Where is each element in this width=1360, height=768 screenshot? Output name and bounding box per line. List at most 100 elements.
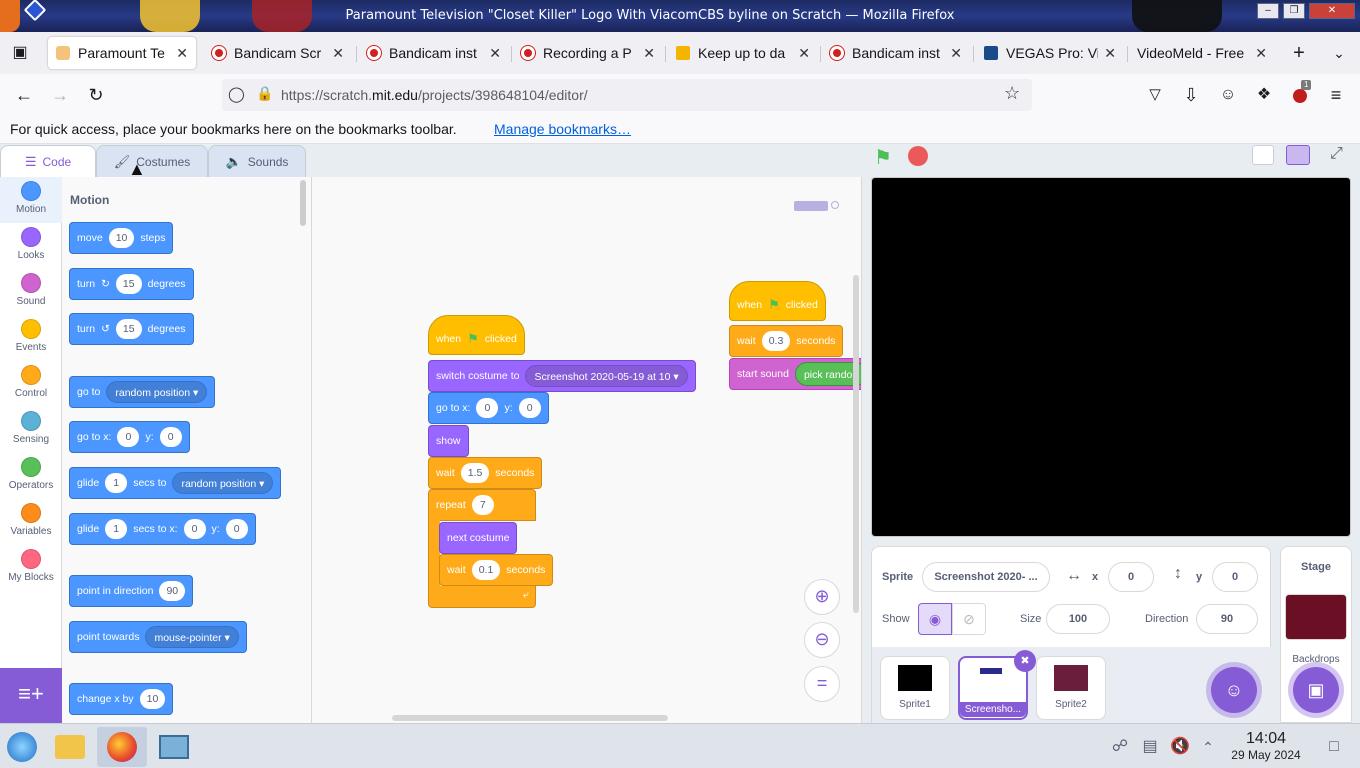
- category-operators[interactable]: Operators: [0, 453, 62, 499]
- category-events[interactable]: Events: [0, 315, 62, 361]
- firefox-taskbar-button[interactable]: [97, 727, 147, 767]
- y-input[interactable]: 0: [159, 427, 182, 447]
- go-to-target-dropdown[interactable]: random position: [106, 381, 208, 403]
- browser-tab-7[interactable]: VEGAS Pro: Vi ✕: [976, 37, 1124, 69]
- browser-tab-8[interactable]: VideoMeld - Free ✕: [1129, 37, 1275, 69]
- choose-sprite-button[interactable]: ☺: [1211, 667, 1257, 713]
- tab-close-icon[interactable]: ✕: [176, 45, 188, 62]
- manage-bookmarks-link[interactable]: Manage bookmarks…: [494, 121, 631, 137]
- wait-seconds-input[interactable]: 0.1: [471, 560, 501, 580]
- go-to-block[interactable]: go to random position: [69, 376, 216, 408]
- change-x-input[interactable]: 10: [139, 689, 166, 709]
- browser-tab-2[interactable]: Bandicam Scr ✕: [204, 37, 352, 69]
- degrees-input[interactable]: 15: [115, 274, 142, 294]
- sprite-x-input[interactable]: 0: [1108, 562, 1154, 592]
- start-sound-block[interactable]: start sound pick randon: [729, 358, 861, 390]
- tab-close-icon[interactable]: ✕: [332, 45, 344, 62]
- point-in-direction-block[interactable]: point in direction 90: [69, 575, 194, 607]
- pick-random-operator[interactable]: pick randon: [794, 362, 861, 386]
- account-icon[interactable]: ☺: [1216, 83, 1240, 107]
- when-flag-clicked-hat-block-2[interactable]: when ⚑ clicked: [729, 281, 826, 321]
- control-panel-button[interactable]: [154, 727, 194, 767]
- repeat-block[interactable]: repeat 7: [428, 489, 536, 521]
- category-variables[interactable]: Variables: [0, 499, 62, 545]
- sprite-thumb-sprite1[interactable]: Sprite1: [880, 656, 950, 720]
- tab-code[interactable]: ☰ Code: [0, 145, 96, 177]
- extensions-puzzle-icon[interactable]: ❖: [1252, 83, 1276, 107]
- sprite-thumb-sprite2[interactable]: Sprite2: [1036, 656, 1106, 720]
- sprite-name-input[interactable]: Screenshot 2020- ...: [922, 562, 1050, 592]
- category-control[interactable]: Control: [0, 361, 62, 407]
- hide-sprite-button[interactable]: ⊘: [952, 603, 986, 635]
- glide-to-block[interactable]: glide 1 secs to random position: [69, 467, 282, 499]
- tab-sounds[interactable]: 🔈 Sounds: [208, 145, 306, 177]
- show-sprite-button[interactable]: ◉: [918, 603, 952, 635]
- maximize-button[interactable]: ❐: [1283, 3, 1305, 19]
- switch-costume-block[interactable]: switch costume to Screenshot 2020-05-19 a…: [428, 360, 696, 392]
- start-menu-button[interactable]: [2, 727, 42, 767]
- category-sound[interactable]: Sound: [0, 269, 62, 315]
- workspace-horizontal-scrollbar[interactable]: [392, 715, 668, 721]
- delete-sprite-trash-icon[interactable]: ✖: [1014, 650, 1036, 672]
- category-my-blocks[interactable]: My Blocks: [0, 545, 62, 591]
- close-window-button[interactable]: ✕: [1309, 3, 1355, 19]
- small-stage-button[interactable]: [1252, 145, 1274, 165]
- back-arrow-icon[interactable]: ←: [12, 83, 36, 107]
- zoom-in-button[interactable]: ⊕: [804, 579, 840, 615]
- go-to-xy-block[interactable]: go to x: 0 y: 0: [428, 392, 549, 424]
- turn-right-block[interactable]: turn ↻ 15 degrees: [69, 268, 194, 300]
- bookmark-star-icon[interactable]: ☆: [1004, 83, 1020, 104]
- tab-costumes[interactable]: 🖌 Costumes: [96, 145, 208, 177]
- category-sensing[interactable]: Sensing: [0, 407, 62, 453]
- turn-left-block[interactable]: turn ↺ 15 degrees: [69, 313, 194, 345]
- browser-tab-3[interactable]: Bandicam inst ✕: [359, 37, 509, 69]
- degrees-input[interactable]: 15: [115, 319, 142, 339]
- stage-canvas[interactable]: [871, 177, 1351, 537]
- move-steps-block[interactable]: move 10 steps: [69, 222, 174, 254]
- file-manager-button[interactable]: [50, 727, 90, 767]
- new-tab-plus-icon[interactable]: +: [1287, 41, 1311, 65]
- hamburger-menu-icon[interactable]: ≡: [1324, 83, 1348, 107]
- forward-arrow-icon[interactable]: →: [48, 83, 72, 107]
- green-flag-icon[interactable]: ⚑: [874, 145, 892, 170]
- y-input[interactable]: 0: [225, 519, 248, 539]
- tray-expand-chevron-up-icon[interactable]: ⌃: [1188, 727, 1228, 767]
- category-motion[interactable]: Motion: [0, 177, 62, 223]
- x-input[interactable]: 0: [476, 398, 499, 418]
- glide-target-dropdown[interactable]: random position: [172, 472, 274, 494]
- shield-icon[interactable]: ◯: [228, 85, 245, 103]
- workspace-vertical-scrollbar[interactable]: [853, 275, 859, 613]
- stage-selector-pane[interactable]: Stage Backdrops ▣: [1280, 546, 1352, 723]
- large-stage-button[interactable]: [1286, 145, 1310, 165]
- wait-seconds-input[interactable]: 1.5: [460, 463, 490, 483]
- steps-input[interactable]: 10: [108, 228, 135, 248]
- glide-to-xy-block[interactable]: glide 1 secs to x: 0 y: 0: [69, 513, 256, 545]
- sprite-size-input[interactable]: 100: [1046, 604, 1110, 634]
- secs-input[interactable]: 1: [105, 519, 128, 539]
- change-x-block[interactable]: change x by 10: [69, 683, 174, 715]
- url-bar[interactable]: ◯ 🔒 https://scratch.mit.edu/projects/398…: [222, 79, 1032, 111]
- x-input[interactable]: 0: [117, 427, 140, 447]
- palette-scrollbar[interactable]: [300, 180, 306, 226]
- wait-seconds-block[interactable]: wait 1.5 seconds: [428, 457, 543, 489]
- sprite-thumb-screenshot[interactable]: Screensho... ✖: [958, 650, 1036, 720]
- point-towards-block[interactable]: point towards mouse-pointer: [69, 621, 247, 653]
- fullscreen-icon[interactable]: ⤢: [1330, 145, 1343, 163]
- pocket-icon[interactable]: ▽: [1143, 83, 1167, 107]
- sprite-direction-input[interactable]: 90: [1196, 604, 1258, 634]
- secs-input[interactable]: 1: [105, 473, 128, 493]
- zoom-reset-button[interactable]: =: [804, 666, 840, 702]
- repeat-count-input[interactable]: 7: [471, 495, 494, 515]
- extension-record-icon[interactable]: 1: [1288, 80, 1312, 107]
- tab-close-icon[interactable]: ✕: [1255, 45, 1267, 62]
- url-text[interactable]: https://scratch.mit.edu/projects/3986481…: [281, 87, 588, 103]
- browser-tab-1[interactable]: Paramount Te ✕: [48, 37, 196, 69]
- browser-tab-4[interactable]: Recording a P ✕: [513, 37, 663, 69]
- browser-tab-5[interactable]: Keep up to da ✕: [668, 37, 818, 69]
- costume-dropdown[interactable]: Screenshot 2020-05-19 at 10: [525, 365, 688, 387]
- point-towards-dropdown[interactable]: mouse-pointer: [145, 626, 239, 648]
- tab-close-icon[interactable]: ✕: [643, 45, 655, 62]
- lock-icon[interactable]: 🔒: [256, 85, 273, 102]
- next-costume-block[interactable]: next costume: [439, 522, 518, 554]
- show-block[interactable]: show: [428, 425, 469, 457]
